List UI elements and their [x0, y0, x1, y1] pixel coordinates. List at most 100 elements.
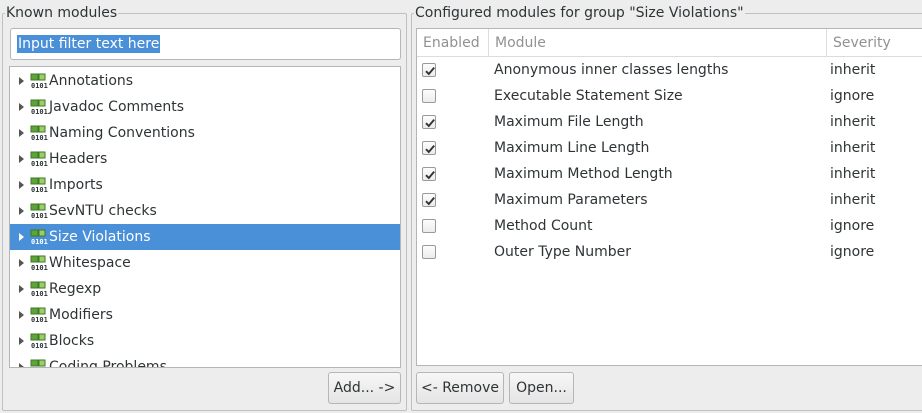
tree-item[interactable]: 0101 Size Violations: [10, 224, 400, 250]
enabled-cell: [422, 239, 482, 265]
severity-value: ignore: [830, 244, 875, 260]
tree-item-label: Modifiers: [49, 307, 113, 323]
severity-value: inherit: [830, 114, 876, 130]
tree-item-label: Imports: [49, 177, 103, 193]
severity-value: inherit: [830, 166, 876, 182]
tree-item[interactable]: 0101 Imports: [10, 172, 400, 198]
remove-module-button[interactable]: <- Remove: [416, 372, 504, 404]
expander-arrow-icon[interactable]: [19, 155, 24, 163]
tree-item[interactable]: 0101Coding Problems: [10, 354, 400, 368]
table-row[interactable]: Maximum File Length inherit: [417, 109, 922, 135]
svg-text:0101: 0101: [31, 186, 48, 193]
module-name: Anonymous inner classes lengths: [494, 62, 729, 78]
tree-item[interactable]: 0101 Modifiers: [10, 302, 400, 328]
tree-item-label: Javadoc Comments: [49, 99, 185, 115]
tree-item-label: Whitespace: [49, 255, 131, 271]
module-binary-icon: 0101: [30, 177, 48, 193]
enabled-cell: [422, 57, 482, 83]
enabled-cell: [422, 213, 482, 239]
open-module-button[interactable]: Open...: [509, 372, 574, 404]
tree-item[interactable]: 0101 Whitespace: [10, 250, 400, 276]
table-row[interactable]: Maximum Parameters inherit: [417, 187, 922, 213]
table-row[interactable]: Method Count ignore: [417, 213, 922, 239]
enabled-cell: [422, 187, 482, 213]
tree-item-label: Coding Problems: [49, 359, 167, 368]
enabled-checkbox[interactable]: [422, 89, 436, 103]
known-modules-title: Known modules: [5, 5, 119, 21]
module-binary-icon: 0101: [30, 151, 48, 167]
table-row[interactable]: Anonymous inner classes lengths inherit: [417, 57, 922, 83]
module-name: Maximum File Length: [494, 114, 644, 130]
module-binary-icon: 0101: [30, 203, 48, 219]
severity-value: inherit: [830, 62, 876, 78]
svg-text:0101: 0101: [31, 342, 48, 349]
table-row[interactable]: Maximum Line Length inherit: [417, 135, 922, 161]
configured-modules-table[interactable]: Enabled Module Severity Anonymous inner …: [416, 28, 922, 366]
expander-arrow-icon[interactable]: [19, 233, 24, 241]
severity-value: ignore: [830, 218, 875, 234]
module-binary-icon: 0101: [30, 281, 48, 297]
svg-text:0101: 0101: [31, 264, 48, 271]
module-name: Method Count: [494, 218, 593, 234]
module-binary-icon: 0101: [30, 255, 48, 271]
module-name: Maximum Line Length: [494, 140, 650, 156]
expander-arrow-icon[interactable]: [19, 207, 24, 215]
tree-item-label: Headers: [49, 151, 108, 167]
column-header-module[interactable]: Module: [489, 29, 827, 57]
column-header-enabled[interactable]: Enabled: [417, 29, 489, 57]
enabled-checkbox[interactable]: [422, 63, 436, 77]
tree-item-label: Blocks: [49, 333, 95, 349]
enabled-checkbox[interactable]: [422, 167, 436, 181]
module-binary-icon: 0101: [30, 333, 48, 349]
tree-item[interactable]: 0101 Headers: [10, 146, 400, 172]
table-row[interactable]: Outer Type Number ignore: [417, 239, 922, 265]
known-modules-tree[interactable]: 0101 Annotations 0101 Javadoc Comments 0101 N…: [9, 66, 401, 368]
module-binary-icon: 0101: [30, 229, 48, 245]
enabled-checkbox[interactable]: [422, 115, 436, 129]
expander-arrow-icon[interactable]: [19, 77, 24, 85]
table-row[interactable]: Maximum Method Length inherit: [417, 161, 922, 187]
module-binary-icon: 0101: [30, 359, 46, 367]
expander-arrow-icon[interactable]: [19, 311, 24, 319]
module-filter-input[interactable]: Input filter text here: [10, 28, 401, 60]
module-name: Maximum Parameters: [494, 192, 648, 208]
expander-arrow-icon[interactable]: [19, 337, 24, 345]
module-name: Maximum Method Length: [494, 166, 673, 182]
svg-text:0101: 0101: [31, 316, 48, 323]
expander-arrow-icon[interactable]: [19, 129, 24, 137]
enabled-cell: [422, 161, 482, 187]
expander-arrow-icon[interactable]: [19, 285, 24, 293]
enabled-cell: [422, 83, 482, 109]
add-module-button[interactable]: Add... ->: [328, 372, 401, 404]
column-header-severity[interactable]: Severity: [827, 29, 922, 57]
checkmark-icon: [425, 144, 435, 154]
checkmark-icon: [425, 66, 435, 76]
tree-item-label: Size Violations: [49, 229, 151, 245]
enabled-cell: [422, 135, 482, 161]
expander-arrow-icon[interactable]: [19, 363, 24, 367]
expander-arrow-icon[interactable]: [19, 103, 24, 111]
svg-text:0101: 0101: [31, 82, 48, 89]
enabled-cell: [422, 109, 482, 135]
enabled-checkbox[interactable]: [422, 193, 436, 207]
module-binary-icon: 0101: [30, 73, 48, 89]
tree-item[interactable]: 0101 Annotations: [10, 68, 400, 94]
tree-item[interactable]: 0101 Regexp: [10, 276, 400, 302]
module-name: Executable Statement Size: [494, 88, 683, 104]
tree-item[interactable]: 0101 SevNTU checks: [10, 198, 400, 224]
expander-arrow-icon[interactable]: [19, 181, 24, 189]
enabled-checkbox[interactable]: [422, 219, 436, 233]
module-binary-icon: 0101: [30, 307, 48, 323]
tree-item[interactable]: 0101 Javadoc Comments: [10, 94, 400, 120]
table-row[interactable]: Executable Statement Size ignore: [417, 83, 922, 109]
expander-arrow-icon[interactable]: [19, 259, 24, 267]
table-header: Enabled Module Severity: [417, 29, 922, 57]
tree-item[interactable]: 0101 Naming Conventions: [10, 120, 400, 146]
svg-text:0101: 0101: [31, 212, 48, 219]
enabled-checkbox[interactable]: [422, 245, 436, 259]
tree-item[interactable]: 0101 Blocks: [10, 328, 400, 354]
enabled-checkbox[interactable]: [422, 141, 436, 155]
module-name: Outer Type Number: [494, 244, 632, 260]
tree-item-label: SevNTU checks: [49, 203, 157, 219]
checkmark-icon: [425, 170, 435, 180]
